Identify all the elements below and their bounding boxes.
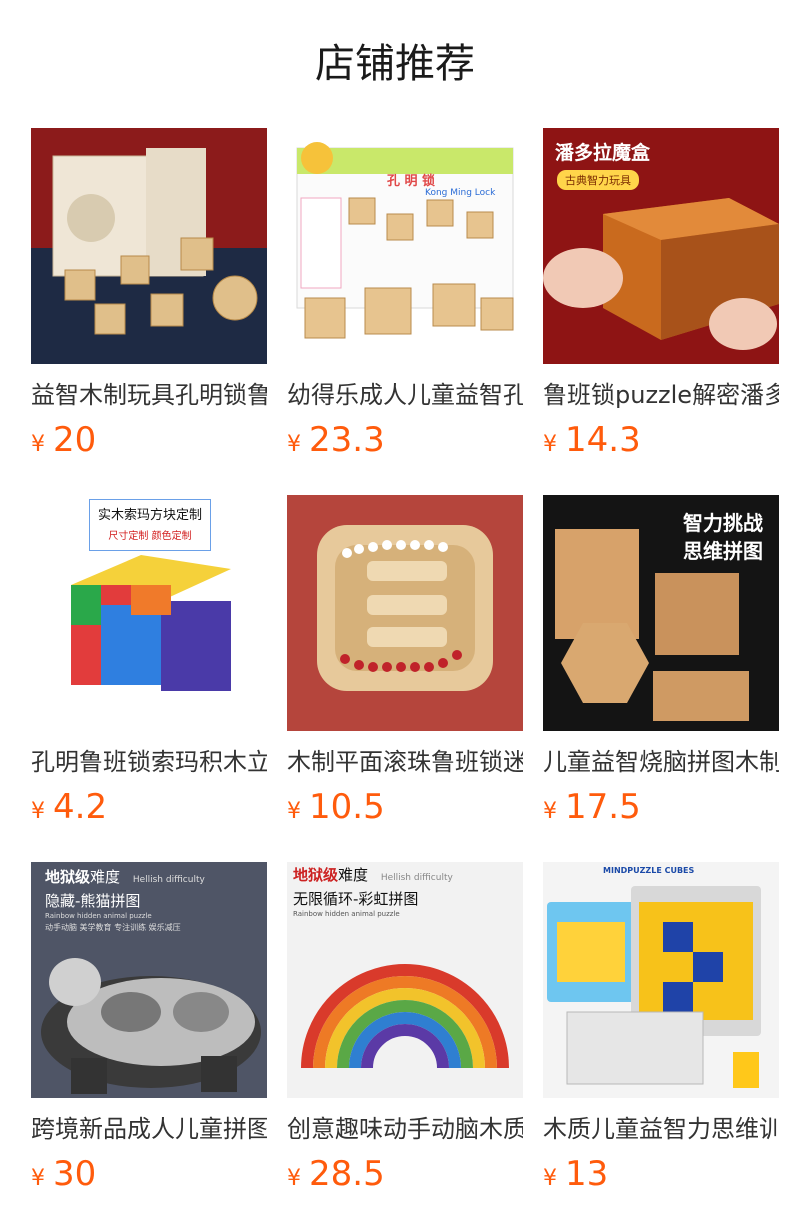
ball-maze-image[interactable] xyxy=(287,495,523,731)
product-price: ¥4.2 xyxy=(31,783,267,831)
mindpuzzle-cubes-image[interactable]: MINDPUZZLE CUBES xyxy=(543,862,779,1098)
currency-symbol: ¥ xyxy=(287,799,301,824)
product-name[interactable]: 幼得乐成人儿童益智孔明锁 xyxy=(287,374,523,416)
product-name[interactable]: 创意趣味动手动脑木质拼图 xyxy=(287,1108,523,1150)
product-price: ¥14.3 xyxy=(543,416,779,464)
currency-symbol: ¥ xyxy=(287,1166,301,1191)
product-card[interactable]: 地狱级难度 Hellish difficulty 隐藏-熊猫拼图 Rainbow… xyxy=(31,862,267,1198)
product-price: ¥13 xyxy=(543,1150,779,1198)
rainbow-puzzle-image[interactable]: 地狱级难度 Hellish difficulty 无限循环-彩虹拼图 Rainb… xyxy=(287,862,523,1098)
product-name[interactable]: 益智木制玩具孔明锁鲁班锁 xyxy=(31,374,267,416)
kongming-lock-set-image[interactable]: 孔 明 锁 Kong Ming Lock xyxy=(287,128,523,364)
difficulty-title: 地狱级难度 Hellish difficulty xyxy=(45,866,205,887)
custom-label-line1: 实木索玛方块定制 xyxy=(97,508,202,523)
currency-symbol: ¥ xyxy=(543,799,557,824)
product-name[interactable]: 儿童益智烧脑拼图木制玩具 xyxy=(543,741,779,783)
image-headline: 智力挑战 思维拼图 xyxy=(683,509,763,565)
recommend-page: 店铺推荐 益智木制玩具孔明锁鲁班锁 ¥20 xyxy=(0,0,790,1230)
product-card[interactable]: 孔 明 锁 Kong Ming Lock 幼得乐成人儿童益智孔明锁 ¥23.3 xyxy=(287,128,523,464)
currency-symbol: ¥ xyxy=(287,432,301,457)
image-pill-badge: 古典智力玩具 xyxy=(557,170,639,190)
difficulty-english: Hellish difficulty xyxy=(132,875,205,885)
wood-jigsaw-image[interactable]: 智力挑战 思维拼图 xyxy=(543,495,779,731)
price-value: 17.5 xyxy=(565,787,641,827)
image-headline-line2: 思维拼图 xyxy=(683,539,763,563)
pandora-box-image[interactable]: 潘多拉魔盒 古典智力玩具 xyxy=(543,128,779,364)
product-card[interactable]: 木制平面滚珠鲁班锁迷宫 ¥10.5 xyxy=(287,495,523,831)
product-price: ¥10.5 xyxy=(287,783,523,831)
product-name[interactable]: 鲁班锁puzzle解密潘多拉魔盒 xyxy=(543,374,779,416)
price-value: 28.5 xyxy=(309,1154,385,1194)
product-card[interactable]: 智力挑战 思维拼图 儿童益智烧脑拼图木制玩具 ¥17.5 xyxy=(543,495,779,831)
currency-symbol: ¥ xyxy=(543,432,557,457)
image-headline: 隐藏-熊猫拼图 xyxy=(45,892,141,910)
product-card[interactable]: 实木索玛方块定制 尺寸定制 颜色定制 孔明鲁班锁索玛积木立方体 ¥4.2 xyxy=(31,495,267,831)
image-headline: 无限循环-彩虹拼图 xyxy=(293,890,419,908)
custom-label-line2: 尺寸定制 颜色定制 xyxy=(108,531,192,542)
product-card[interactable]: 潘多拉魔盒 古典智力玩具 鲁班锁puzzle解密潘多拉魔盒 ¥14.3 xyxy=(543,128,779,464)
product-name[interactable]: 跨境新品成人儿童拼图玩具 xyxy=(31,1108,267,1150)
page-title: 店铺推荐 xyxy=(315,41,475,87)
product-name[interactable]: 木制平面滚珠鲁班锁迷宫 xyxy=(287,741,523,783)
panda-puzzle-image[interactable]: 地狱级难度 Hellish difficulty 隐藏-熊猫拼图 Rainbow… xyxy=(31,862,267,1098)
price-value: 14.3 xyxy=(565,420,641,460)
soma-cube-image[interactable]: 实木索玛方块定制 尺寸定制 颜色定制 xyxy=(31,495,267,731)
image-headline-line1: 智力挑战 xyxy=(683,511,763,535)
price-value: 30 xyxy=(53,1154,97,1194)
product-price: ¥17.5 xyxy=(543,783,779,831)
product-name[interactable]: 木质儿童益智力思维训练 xyxy=(543,1108,779,1150)
price-value: 10.5 xyxy=(309,787,385,827)
product-card[interactable]: MINDPUZZLE CUBES 木质儿童益智力思维训练 ¥13 xyxy=(543,862,779,1198)
product-card[interactable]: 地狱级难度 Hellish difficulty 无限循环-彩虹拼图 Rainb… xyxy=(287,862,523,1198)
image-headline: 潘多拉魔盒 xyxy=(555,142,651,164)
difficulty-level: 地狱级 xyxy=(293,866,339,884)
product-price: ¥28.5 xyxy=(287,1150,523,1198)
product-price: ¥23.3 xyxy=(287,416,523,464)
difficulty-suffix: 难度 xyxy=(90,868,121,886)
currency-symbol: ¥ xyxy=(543,1166,557,1191)
product-price: ¥20 xyxy=(31,416,267,464)
difficulty-english: Hellish difficulty xyxy=(380,873,453,883)
image-tags: 动手动脑 美学教育 专注训练 娱乐减压 xyxy=(45,923,181,932)
custom-label-box: 实木索玛方块定制 尺寸定制 颜色定制 xyxy=(89,499,211,551)
brand-label: MINDPUZZLE CUBES xyxy=(603,866,695,875)
box-subtitle-text: Kong Ming Lock xyxy=(425,188,496,198)
currency-symbol: ¥ xyxy=(31,799,45,824)
product-card[interactable]: 益智木制玩具孔明锁鲁班锁 ¥20 xyxy=(31,128,267,464)
product-price: ¥30 xyxy=(31,1150,267,1198)
image-subtitle-english: Rainbow hidden animal puzzle xyxy=(45,912,152,920)
image-subtitle-english: Rainbow hidden animal puzzle xyxy=(293,910,400,918)
difficulty-level: 地狱级 xyxy=(45,868,91,886)
kongming-lock-box-image[interactable] xyxy=(31,128,267,364)
difficulty-suffix: 难度 xyxy=(338,866,369,884)
price-value: 13 xyxy=(565,1154,609,1194)
price-value: 23.3 xyxy=(309,420,385,460)
currency-symbol: ¥ xyxy=(31,432,45,457)
price-value: 20 xyxy=(53,420,97,460)
box-title-text: 孔 明 锁 xyxy=(387,174,436,189)
product-name[interactable]: 孔明鲁班锁索玛积木立方体 xyxy=(31,741,267,783)
price-value: 4.2 xyxy=(53,787,108,827)
currency-symbol: ¥ xyxy=(31,1166,45,1191)
difficulty-title: 地狱级难度 Hellish difficulty xyxy=(293,864,453,885)
